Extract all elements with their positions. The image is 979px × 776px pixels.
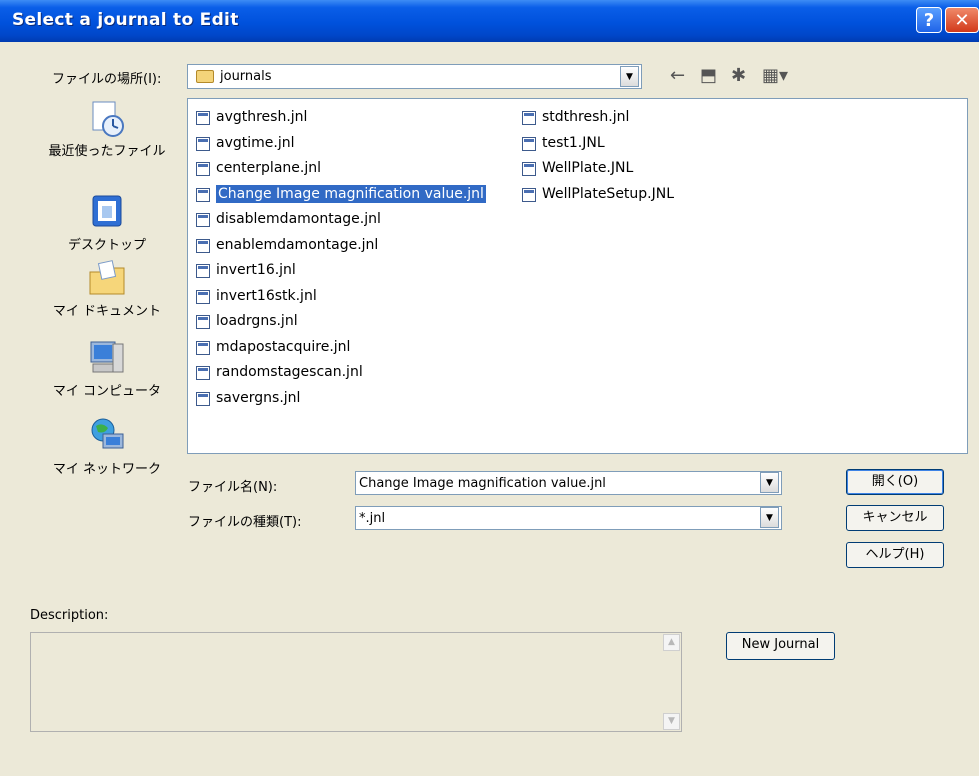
chevron-down-icon[interactable]: ▼: [760, 507, 779, 528]
list-item[interactable]: stdthresh.jnl: [518, 105, 674, 131]
window-title: Select a journal to Edit: [12, 10, 239, 30]
look-in-label: ファイルの場所(I):: [52, 72, 162, 87]
journal-file-icon: [196, 136, 210, 151]
filetype-label: ファイルの種類(T):: [188, 515, 302, 530]
place-label: 最近使ったファイル: [48, 144, 166, 159]
list-item[interactable]: loadrgns.jnl: [192, 309, 486, 335]
back-icon[interactable]: ←: [670, 64, 685, 90]
description-field[interactable]: ▲ ▼: [30, 632, 682, 732]
list-item[interactable]: avgthresh.jnl: [192, 105, 486, 131]
list-item[interactable]: centerplane.jnl: [192, 156, 486, 182]
filename-value: Change Image magnification value.jnl: [359, 476, 606, 491]
journal-file-icon: [196, 340, 210, 355]
help-button[interactable]: ヘルプ(H): [846, 542, 944, 568]
journal-file-icon: [522, 162, 536, 176]
journal-file-icon: [196, 238, 210, 253]
filename-label: ファイル名(N):: [188, 480, 278, 495]
journal-file-icon: [522, 136, 536, 151]
journal-file-icon: [196, 289, 210, 304]
open-button[interactable]: 開く(O): [846, 469, 944, 495]
journal-file-icon: [196, 366, 210, 380]
new-folder-icon[interactable]: ✱: [731, 64, 746, 90]
list-item[interactable]: test1.JNL: [518, 131, 674, 157]
list-item[interactable]: avgtime.jnl: [192, 131, 486, 157]
list-item[interactable]: enablemdamontage.jnl: [192, 233, 486, 259]
close-icon[interactable]: ✕: [945, 7, 979, 33]
place-desktop[interactable]: デスクトップ: [30, 192, 184, 253]
journal-file-icon: [196, 213, 210, 227]
new-journal-button[interactable]: New Journal: [726, 632, 835, 660]
place-label: マイ ネットワーク: [52, 462, 162, 477]
scroll-down-icon[interactable]: ▼: [663, 713, 680, 730]
list-item[interactable]: invert16.jnl: [192, 258, 486, 284]
description-label: Description:: [30, 608, 109, 623]
list-item[interactable]: WellPlate.JNL: [518, 156, 674, 182]
journal-file-icon: [196, 187, 210, 202]
look-in-value: journals: [220, 69, 272, 84]
up-folder-icon[interactable]: ⬒: [700, 64, 717, 90]
list-item[interactable]: disablemdamontage.jnl: [192, 207, 486, 233]
folder-icon: [196, 70, 214, 83]
place-label: マイ ドキュメント: [52, 304, 162, 319]
place-label: デスクトップ: [67, 238, 146, 253]
journal-file-icon: [522, 111, 536, 125]
documents-icon: [87, 258, 127, 298]
journal-file-icon: [522, 187, 536, 202]
list-item[interactable]: randomstagescan.jnl: [192, 360, 486, 386]
computer-icon: [87, 338, 127, 378]
list-item[interactable]: WellPlateSetup.JNL: [518, 182, 674, 208]
title-bar[interactable]: Select a journal to Edit ? ✕: [0, 0, 979, 42]
list-item[interactable]: invert16stk.jnl: [192, 284, 486, 310]
recent-icon: [87, 98, 127, 138]
place-documents[interactable]: マイ ドキュメント: [30, 258, 184, 319]
place-computer[interactable]: マイ コンピュータ: [30, 338, 184, 399]
journal-file-icon: [196, 391, 210, 406]
desktop-icon: [87, 192, 127, 232]
scrollbar[interactable]: ▲ ▼: [663, 634, 680, 730]
cancel-button[interactable]: キャンセル: [846, 505, 944, 531]
chevron-down-icon[interactable]: ▼: [620, 66, 639, 87]
chevron-down-icon[interactable]: ▼: [760, 472, 779, 493]
place-recent[interactable]: 最近使ったファイル: [30, 98, 184, 159]
filetype-select[interactable]: *.jnl ▼: [355, 506, 782, 530]
view-menu-icon[interactable]: ▦▾: [762, 64, 788, 90]
list-item[interactable]: mdapostacquire.jnl: [192, 335, 486, 361]
journal-file-icon: [196, 111, 210, 125]
journal-file-icon: [196, 264, 210, 278]
scroll-up-icon[interactable]: ▲: [663, 634, 680, 651]
file-column-2: stdthresh.jnl test1.JNL WellPlate.JNL We…: [518, 105, 674, 207]
look-in-combo[interactable]: journals ▼: [187, 64, 642, 89]
journal-file-icon: [196, 315, 210, 329]
list-item[interactable]: savergns.jnl: [192, 386, 486, 412]
file-list[interactable]: avgthresh.jnl avgtime.jnl centerplane.jn…: [187, 98, 968, 454]
file-column-1: avgthresh.jnl avgtime.jnl centerplane.jn…: [192, 105, 486, 411]
place-label: マイ コンピュータ: [52, 384, 162, 399]
list-item-selected[interactable]: Change Image magnification value.jnl: [192, 182, 486, 208]
place-network[interactable]: マイ ネットワーク: [30, 416, 184, 477]
filename-field[interactable]: Change Image magnification value.jnl ▼: [355, 471, 782, 495]
help-icon[interactable]: ?: [916, 7, 942, 33]
network-icon: [87, 416, 127, 456]
journal-file-icon: [196, 162, 210, 176]
filetype-value: *.jnl: [359, 511, 386, 526]
